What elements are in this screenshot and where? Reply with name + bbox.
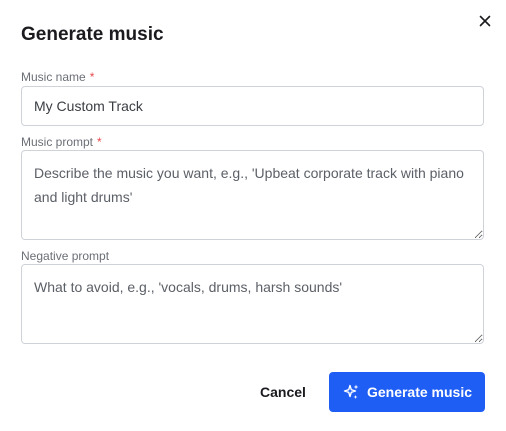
generate-music-label: Generate music bbox=[366, 384, 473, 400]
generate-music-dialog: Generate music Music name* Music prompt*… bbox=[0, 0, 506, 431]
dialog-title: Generate music bbox=[21, 24, 164, 45]
music-name-label: Music name * bbox=[21, 70, 94, 84]
required-asterisk: * bbox=[89, 70, 95, 84]
close-icon bbox=[476, 12, 494, 30]
negative-prompt-label-text: Negative prompt bbox=[21, 249, 110, 263]
negative-prompt-textarea[interactable] bbox=[21, 264, 484, 344]
cancel-button[interactable]: Cancel bbox=[250, 372, 316, 412]
music-name-label-text: Music name bbox=[21, 70, 86, 84]
music-prompt-textarea[interactable] bbox=[21, 150, 484, 240]
music-prompt-label-text: Music prompt bbox=[21, 135, 94, 149]
close-button[interactable] bbox=[476, 12, 494, 30]
music-name-input[interactable] bbox=[21, 86, 484, 126]
generate-music-button[interactable]: Generate music bbox=[329, 372, 485, 412]
required-asterisk: * bbox=[97, 135, 102, 149]
negative-prompt-label: Negative prompt bbox=[21, 249, 109, 263]
music-prompt-label: Music prompt * bbox=[21, 135, 102, 149]
sparkles-icon bbox=[342, 383, 360, 401]
